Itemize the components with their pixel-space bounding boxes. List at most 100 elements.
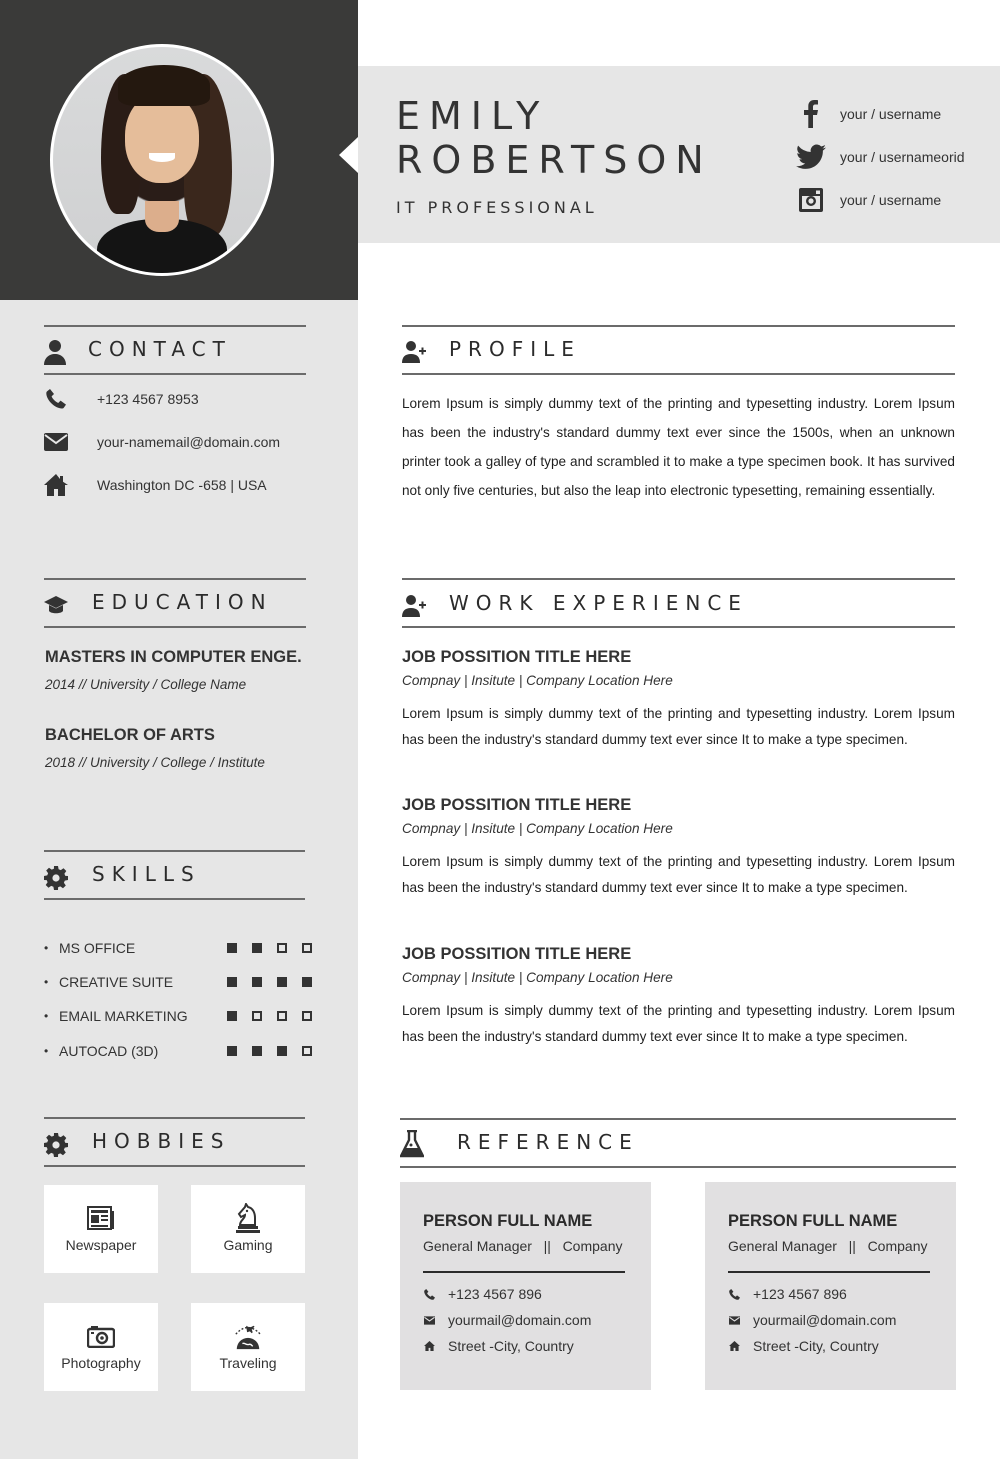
education-degree: BACHELOR OF ARTS	[45, 726, 215, 744]
skill-row: • CREATIVE SUITE	[44, 972, 312, 992]
skill-dot-filled	[252, 977, 262, 987]
reference-name: PERSON FULL NAME	[423, 1212, 593, 1230]
hobby-traveling: Traveling	[191, 1303, 305, 1391]
job-subtitle: Compnay | Insitute | Company Location He…	[402, 673, 673, 688]
newspaper-icon	[86, 1203, 116, 1233]
hobby-label: Photography	[61, 1355, 141, 1371]
user-plus-icon	[402, 593, 426, 617]
bullet: •	[44, 941, 49, 955]
reference-card: PERSON FULL NAME General Manager || Comp…	[705, 1182, 956, 1390]
graduation-cap-icon	[44, 594, 68, 618]
education-detail: 2014 // University / College Name	[45, 677, 247, 692]
travel-globe-plane-icon	[233, 1321, 263, 1351]
envelope-icon	[44, 431, 68, 453]
skill-row: • EMAIL MARKETING	[44, 1006, 312, 1026]
hobby-label: Gaming	[223, 1237, 273, 1253]
skill-level-indicator	[227, 943, 312, 953]
section-title: PROFILE	[449, 337, 581, 361]
job-description: Lorem Ipsum is simply dummy text of the …	[402, 1003, 955, 1044]
skill-row: • AUTOCAD (3D)	[44, 1041, 312, 1061]
section-title: CONTACT	[88, 337, 232, 361]
skill-dot-empty	[302, 943, 312, 953]
section-title: HOBBIES	[92, 1129, 231, 1153]
bullet: •	[44, 1009, 49, 1023]
section-title: EDUCATION	[92, 590, 273, 614]
hobby-gaming: Gaming	[191, 1185, 305, 1273]
skill-name: AUTOCAD (3D)	[59, 1043, 159, 1059]
hobbies-section-header: HOBBIES	[44, 1117, 305, 1167]
reference-email-text: yourmail@domain.com	[448, 1312, 592, 1328]
header-band: EMILY ROBERTSON IT PROFESSIONAL your / u…	[358, 66, 1000, 243]
job-description: Lorem Ipsum is simply dummy text of the …	[402, 706, 955, 747]
social-links: your / username your / usernameorid your…	[796, 92, 965, 221]
contact-text: +123 4567 8953	[97, 391, 199, 407]
phone-icon	[423, 1288, 435, 1300]
skill-dot-filled	[277, 1046, 287, 1056]
reference-email[interactable]: yourmail@domain.com	[728, 1312, 896, 1328]
skill-dot-filled	[302, 977, 312, 987]
skill-level-indicator	[227, 1011, 312, 1021]
phone-icon	[728, 1288, 740, 1300]
full-name: EMILY ROBERTSON	[396, 94, 713, 182]
reference-role: General Manager || Company	[423, 1238, 623, 1254]
skill-dot-filled	[252, 943, 262, 953]
reference-address[interactable]: Street -City, Country	[728, 1338, 879, 1354]
contact-section-header: CONTACT	[44, 325, 306, 375]
gear-icon	[44, 866, 68, 890]
reference-phone-text: +123 4567 896	[753, 1286, 847, 1302]
contact-text: your-namemail@domain.com	[97, 434, 281, 450]
skill-dot-empty	[277, 943, 287, 953]
job-subtitle: Compnay | Insitute | Company Location He…	[402, 970, 673, 985]
photo-block	[0, 0, 358, 300]
user-plus-icon	[402, 339, 426, 363]
social-twitter[interactable]: your / usernameorid	[796, 135, 965, 178]
bullet: •	[44, 975, 49, 989]
pointer-notch	[339, 137, 358, 173]
phone-icon	[44, 388, 68, 410]
social-instagram[interactable]: your / username	[796, 178, 965, 221]
gear-icon	[44, 1133, 68, 1157]
reference-address-text: Street -City, Country	[448, 1338, 574, 1354]
flask-icon	[399, 1129, 425, 1158]
contact-address[interactable]: Washington DC -658 | USA	[44, 474, 267, 496]
reference-phone[interactable]: +123 4567 896	[423, 1286, 542, 1302]
contact-phone[interactable]: +123 4567 8953	[44, 388, 199, 410]
last-name: ROBERTSON	[396, 138, 713, 182]
section-title: SKILLS	[92, 862, 201, 886]
skill-dot-filled	[227, 1011, 237, 1021]
facebook-icon	[796, 99, 826, 129]
skill-dot-empty	[252, 1011, 262, 1021]
social-text: your / username	[840, 105, 942, 122]
divider	[728, 1271, 930, 1273]
skill-dot-empty	[277, 1011, 287, 1021]
reference-role: General Manager || Company	[728, 1238, 928, 1254]
bullet: •	[44, 1044, 49, 1058]
job-title: JOB POSSITION TITLE HERE	[402, 945, 632, 963]
reference-phone[interactable]: +123 4567 896	[728, 1286, 847, 1302]
reference-name: PERSON FULL NAME	[728, 1212, 898, 1230]
hobby-label: Traveling	[219, 1355, 277, 1371]
home-icon	[423, 1340, 435, 1352]
skill-dot-filled	[227, 943, 237, 953]
hobby-label: Newspaper	[65, 1237, 137, 1253]
contact-email[interactable]: your-namemail@domain.com	[44, 431, 280, 453]
work-section-header: WORK EXPERIENCE	[402, 578, 955, 628]
social-text: your / username	[840, 191, 942, 208]
profile-section-header: PROFILE	[402, 325, 955, 375]
home-icon	[728, 1340, 740, 1352]
education-section-header: EDUCATION	[44, 578, 306, 628]
job-description: Lorem Ipsum is simply dummy text of the …	[402, 854, 955, 895]
job-subtitle: Compnay | Insitute | Company Location He…	[402, 821, 673, 836]
envelope-icon	[728, 1314, 740, 1326]
skill-name: EMAIL MARKETING	[59, 1008, 188, 1024]
skill-dot-filled	[227, 977, 237, 987]
reference-address[interactable]: Street -City, Country	[423, 1338, 574, 1354]
job-role: IT PROFESSIONAL	[396, 198, 598, 217]
reference-address-text: Street -City, Country	[753, 1338, 879, 1354]
envelope-icon	[423, 1314, 435, 1326]
profile-text: Lorem Ipsum is simply dummy text of the …	[402, 396, 955, 498]
reference-phone-text: +123 4567 896	[448, 1286, 542, 1302]
social-facebook[interactable]: your / username	[796, 92, 965, 135]
reference-email[interactable]: yourmail@domain.com	[423, 1312, 591, 1328]
reference-section-header: REFERENCE	[399, 1118, 956, 1168]
